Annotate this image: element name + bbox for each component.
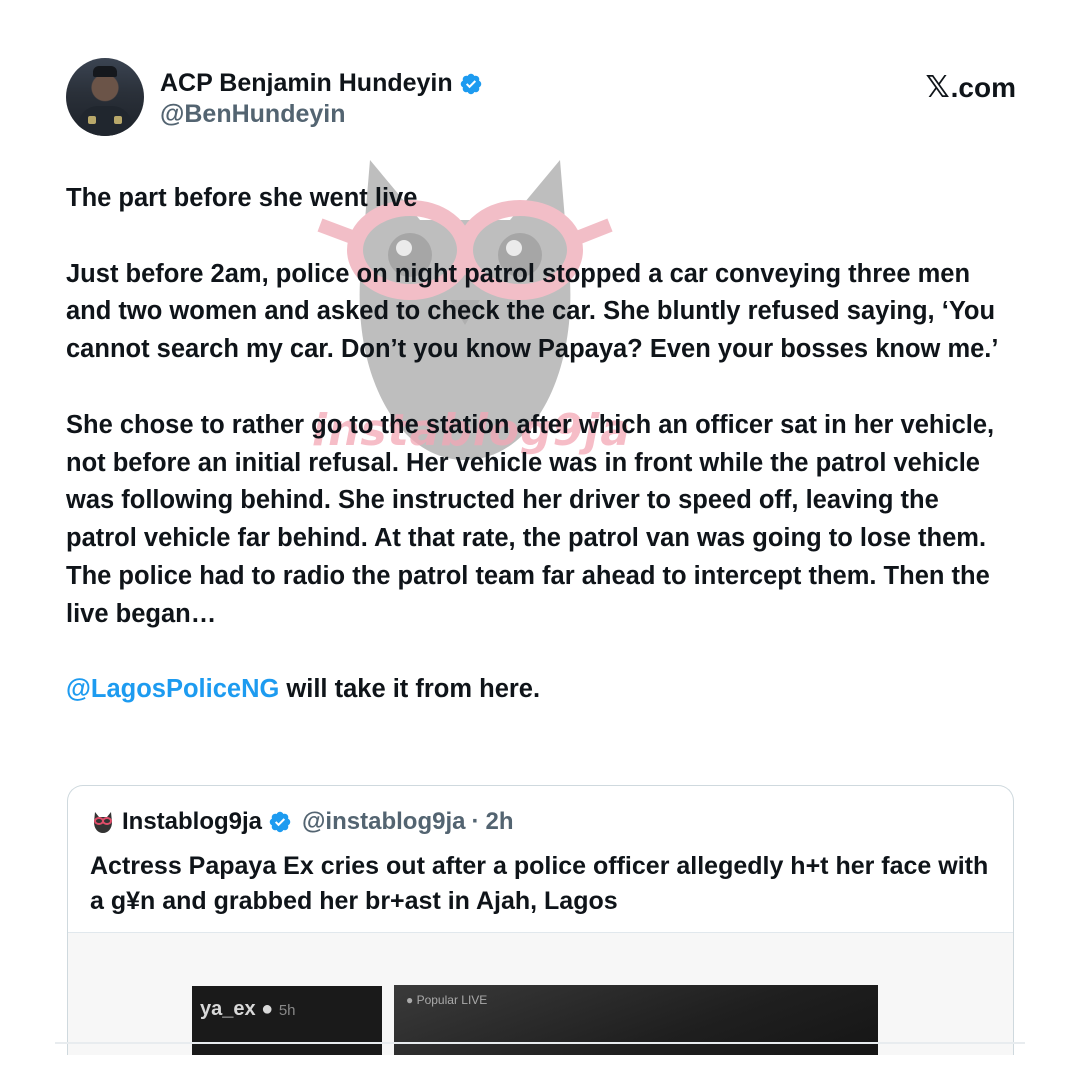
quoted-timestamp[interactable]: 2h bbox=[485, 808, 513, 836]
author-name-row: ACP Benjamin Hundeyin bbox=[160, 69, 483, 98]
verified-badge-icon bbox=[460, 73, 481, 94]
quoted-tweet[interactable]: Instablog9ja @instablog9ja · 2h Actress … bbox=[67, 785, 1014, 1055]
tweet-header: ACP Benjamin Hundeyin @BenHundeyin 𝕏 .co… bbox=[66, 58, 1016, 138]
quoted-author-name[interactable]: Instablog9ja bbox=[122, 808, 262, 836]
media-clip-2[interactable]: ● Popular LIVE bbox=[394, 985, 878, 1055]
quoted-author-handle[interactable]: @instablog9ja bbox=[302, 808, 465, 836]
tweet-paragraph-3: She chose to rather go to the station af… bbox=[66, 410, 995, 628]
clip-1-time: 5h bbox=[278, 1002, 296, 1019]
separator-dot: · bbox=[471, 808, 480, 835]
tweet-paragraph-4: @LagosPoliceNG will take it from here. bbox=[66, 671, 1011, 709]
instablog-owl-avatar-icon[interactable] bbox=[90, 809, 116, 835]
clip-2-label: ● Popular LIVE bbox=[406, 993, 488, 1007]
quoted-verified-badge-icon bbox=[269, 811, 291, 833]
quoted-tweet-header: Instablog9ja @instablog9ja · 2h bbox=[90, 808, 513, 836]
clip-1-username: ya_ex ● bbox=[200, 998, 274, 1020]
bottom-divider bbox=[55, 1042, 1025, 1044]
tweet-paragraph-2: Just before 2am, police on night patrol … bbox=[66, 259, 999, 364]
author-avatar[interactable] bbox=[66, 58, 144, 136]
mention-link[interactable]: @LagosPoliceNG bbox=[66, 675, 279, 703]
quoted-media[interactable]: ya_ex ● 5h ● Popular LIVE bbox=[68, 933, 1013, 1055]
x-com-brand: 𝕏 .com bbox=[925, 70, 1016, 105]
tweet-paragraph-1: The part before she went live bbox=[66, 184, 418, 212]
tweet-body: The part before she went live Just befor… bbox=[66, 180, 1011, 747]
media-clip-1[interactable]: ya_ex ● 5h bbox=[192, 986, 382, 1055]
quoted-tweet-text: Actress Papaya Ex cries out after a poli… bbox=[90, 852, 989, 915]
author-handle[interactable]: @BenHundeyin bbox=[160, 100, 346, 129]
x-logo-icon: 𝕏 bbox=[925, 71, 950, 104]
author-name[interactable]: ACP Benjamin Hundeyin bbox=[160, 69, 453, 98]
x-com-label: .com bbox=[950, 72, 1016, 103]
tweet-paragraph-4-text: will take it from here. bbox=[279, 675, 541, 704]
